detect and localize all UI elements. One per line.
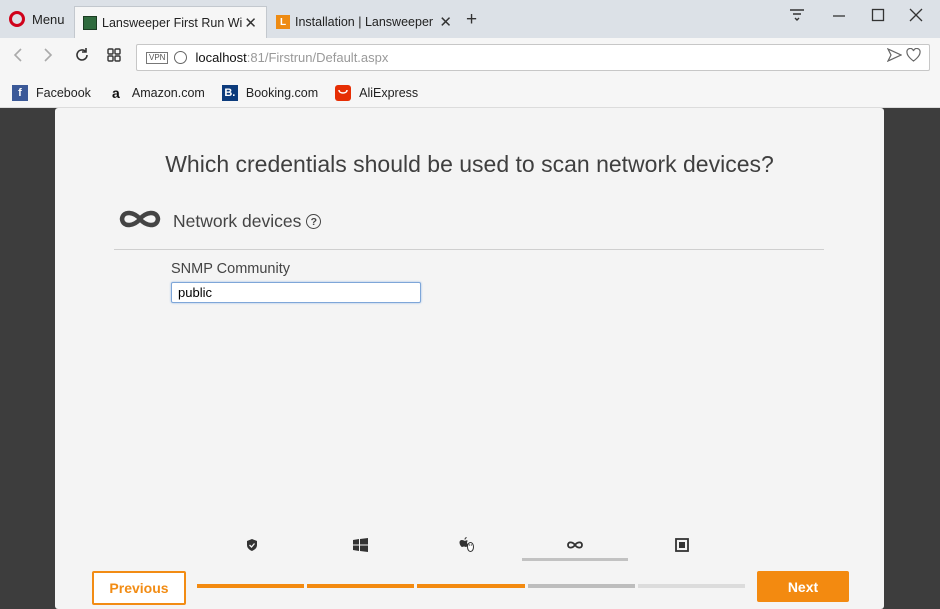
infinity-step-icon[interactable] (560, 534, 590, 556)
aliexpress-icon (335, 84, 352, 101)
globe-icon (174, 51, 188, 64)
page-title: Which credentials should be used to scan… (165, 151, 774, 177)
vpn-badge[interactable]: VPN (146, 51, 169, 64)
send-icon[interactable] (886, 47, 906, 66)
url-actions (886, 47, 921, 66)
speed-dial-icon[interactable] (106, 47, 122, 68)
shield-icon[interactable] (237, 534, 267, 556)
help-icon[interactable]: ? (306, 214, 322, 229)
snmp-community-label: SNMP Community (171, 261, 290, 277)
square-icon[interactable] (667, 534, 697, 556)
current-step-indicator (522, 558, 628, 561)
heart-icon[interactable] (906, 47, 921, 66)
lansweeper-favicon-icon (83, 15, 97, 30)
tab-menu-icon[interactable] (789, 8, 805, 26)
opera-menu-button[interactable]: Menu (0, 0, 72, 38)
bookmark-label: AliExpress (359, 85, 419, 100)
address-toolbar: VPN localhost:81/Firstrun/Default.aspx (0, 38, 940, 78)
apple-linux-icon[interactable] (452, 534, 482, 556)
windows-icon[interactable] (345, 534, 375, 556)
wizard-card: Which credentials should be used to scan… (55, 108, 884, 609)
next-button[interactable]: Next (757, 571, 849, 602)
progress-segment (637, 584, 746, 588)
url-text[interactable]: localhost:81/Firstrun/Default.aspx (195, 50, 388, 65)
url-host: localhost (195, 50, 247, 65)
lansweeper-l-favicon-icon: L (276, 15, 290, 29)
facebook-icon: f (12, 84, 28, 101)
progress-segment (527, 584, 635, 588)
progress-segment (307, 584, 415, 588)
new-tab-icon[interactable]: + (466, 9, 477, 31)
minimize-icon[interactable] (832, 8, 846, 26)
tab-installation[interactable]: L Installation | Lansweeper I ✕ (268, 6, 461, 38)
progress-segment (197, 584, 305, 588)
bookmark-label: Facebook (36, 85, 91, 100)
url-path: :81/Firstrun/Default.aspx (246, 50, 389, 65)
close-tab-icon[interactable]: ✕ (244, 14, 257, 32)
close-tab-icon[interactable]: ✕ (439, 13, 452, 31)
bookmark-label: Booking.com (245, 85, 319, 100)
tab-strip: Menu Lansweeper First Run Wiza ✕ L Insta… (0, 0, 940, 38)
maximize-icon[interactable] (871, 8, 885, 26)
reload-icon[interactable] (74, 47, 90, 68)
tab-lansweeper-first-run[interactable]: Lansweeper First Run Wiza ✕ (74, 6, 267, 38)
tab-title: Lansweeper First Run Wiza (102, 15, 242, 30)
snmp-community-input[interactable] (171, 282, 421, 303)
menu-label: Menu (32, 11, 65, 27)
bookmark-label: Amazon.com (131, 85, 205, 100)
forward-icon[interactable] (42, 47, 54, 68)
tab-title: Installation | Lansweeper I (295, 15, 435, 29)
amazon-icon: a (112, 84, 120, 101)
address-field[interactable]: VPN localhost:81/Firstrun/Default.aspx (136, 44, 930, 71)
section-label: Network devices (173, 211, 302, 231)
opera-logo-icon (9, 11, 25, 27)
booking-icon: B. (221, 84, 238, 101)
section-divider (114, 249, 824, 250)
bookmark-booking[interactable]: B. Booking.com (221, 84, 319, 101)
previous-button[interactable]: Previous (92, 571, 186, 605)
section-header: Network devices ? (117, 208, 322, 235)
bookmark-aliexpress[interactable]: AliExpress (335, 84, 419, 101)
progress-bar (197, 584, 746, 588)
bookmark-amazon[interactable]: a Amazon.com (108, 85, 205, 101)
progress-segment (417, 584, 525, 588)
back-icon[interactable] (12, 47, 24, 68)
close-window-icon[interactable] (909, 8, 923, 26)
bookmarks-bar: f Facebook a Amazon.com B. Booking.com A… (0, 78, 940, 108)
infinity-icon (117, 208, 163, 235)
wizard-steps (55, 534, 884, 564)
bookmark-facebook[interactable]: f Facebook (12, 84, 91, 101)
page-viewport: Which credentials should be used to scan… (0, 108, 940, 609)
